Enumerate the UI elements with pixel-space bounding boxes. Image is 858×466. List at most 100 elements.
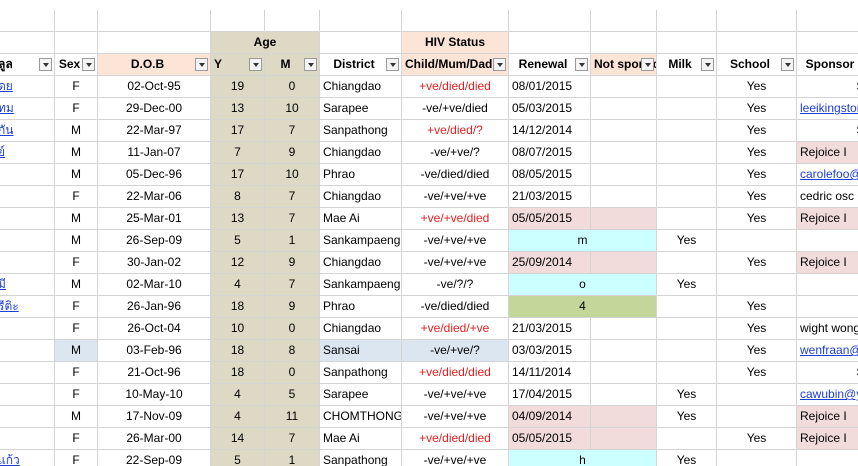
sponsor-cell[interactable]: Rejoice I xyxy=(797,252,858,274)
sponsor-cell[interactable]: Rejoice I xyxy=(797,142,858,164)
name-cell[interactable] xyxy=(0,318,55,340)
renewal-cell[interactable]: 03/03/2015 xyxy=(509,340,591,362)
m-cell[interactable]: 0 xyxy=(265,318,320,340)
district-cell[interactable]: Phrao xyxy=(320,296,402,318)
sponsor-cell[interactable] xyxy=(797,274,858,296)
name-cell[interactable] xyxy=(0,230,55,252)
name-cell[interactable] xyxy=(0,384,55,406)
y-cell[interactable]: 19 xyxy=(211,76,265,98)
name-cell[interactable] xyxy=(0,406,55,428)
sponsor-cell[interactable]: SD xyxy=(797,76,858,98)
district-cell[interactable]: Sarapee xyxy=(320,384,402,406)
sex-cell[interactable]: F xyxy=(55,384,98,406)
milk-cell[interactable] xyxy=(657,76,717,98)
grid-cell[interactable] xyxy=(402,10,509,32)
name-cell[interactable] xyxy=(0,428,55,450)
milk-cell[interactable] xyxy=(657,208,717,230)
name-cell[interactable] xyxy=(0,362,55,384)
y-cell[interactable]: 5 xyxy=(211,230,265,252)
not-sponsored-cell[interactable]: m xyxy=(509,230,657,252)
grid-cell[interactable] xyxy=(0,10,55,32)
y-cell[interactable]: 4 xyxy=(211,274,265,296)
sponsor-cell[interactable]: Rejoice I xyxy=(797,428,858,450)
grid-cell[interactable] xyxy=(265,10,320,32)
filter-dropdown-icon[interactable] xyxy=(82,58,95,71)
y-cell[interactable]: 18 xyxy=(211,340,265,362)
notsp-cell[interactable] xyxy=(591,76,657,98)
hiv-status-cell[interactable]: +ve/+ve/died xyxy=(402,208,509,230)
y-cell[interactable]: 17 xyxy=(211,120,265,142)
school-cell[interactable]: Yes xyxy=(717,208,797,230)
notsp-cell[interactable] xyxy=(591,208,657,230)
notsp-cell[interactable] xyxy=(591,120,657,142)
milk-cell[interactable] xyxy=(657,142,717,164)
milk-cell[interactable] xyxy=(657,362,717,384)
m-cell[interactable]: 11 xyxy=(265,406,320,428)
grid-cell[interactable] xyxy=(55,10,98,32)
school-cell[interactable]: Yes xyxy=(717,186,797,208)
hiv-status-cell[interactable]: -ve/+ve/+ve xyxy=(402,384,509,406)
notsp-cell[interactable] xyxy=(591,164,657,186)
renewal-cell[interactable]: 17/04/2015 xyxy=(509,384,591,406)
not-sponsored-cell[interactable]: o xyxy=(509,274,657,296)
dob-cell[interactable]: 26-Mar-00 xyxy=(98,428,211,450)
school-cell[interactable]: Yes xyxy=(717,318,797,340)
sex-cell[interactable]: M xyxy=(55,406,98,428)
y-cell[interactable]: 18 xyxy=(211,362,265,384)
hiv-status-cell[interactable]: +ve/died/? xyxy=(402,120,509,142)
milk-cell[interactable] xyxy=(657,98,717,120)
hiv-status-cell[interactable]: -ve/+ve/+ve xyxy=(402,450,509,466)
notsp-cell[interactable] xyxy=(591,252,657,274)
district-cell[interactable]: Mae Ai xyxy=(320,208,402,230)
dob-cell[interactable]: 30-Jan-02 xyxy=(98,252,211,274)
name-cell[interactable]: รีติะ xyxy=(0,296,55,318)
milk-cell[interactable] xyxy=(657,120,717,142)
name-cell[interactable] xyxy=(0,340,55,362)
sex-cell[interactable]: M xyxy=(55,274,98,296)
sex-cell[interactable]: F xyxy=(55,428,98,450)
sponsor-cell[interactable]: carolefoo@ xyxy=(797,164,858,186)
y-cell[interactable]: 10 xyxy=(211,318,265,340)
m-cell[interactable]: 8 xyxy=(265,340,320,362)
district-cell[interactable]: Sarapee xyxy=(320,98,402,120)
grid-cell[interactable] xyxy=(320,10,402,32)
district-cell[interactable]: CHOMTHONG xyxy=(320,406,402,428)
hiv-status-cell[interactable]: +ve/died/+ve xyxy=(402,318,509,340)
m-cell[interactable]: 9 xyxy=(265,252,320,274)
name-cell[interactable]: กัน xyxy=(0,120,55,142)
name-cell[interactable] xyxy=(0,208,55,230)
name-cell[interactable] xyxy=(0,252,55,274)
grid-cell[interactable] xyxy=(509,32,591,54)
dob-cell[interactable]: 05-Dec-96 xyxy=(98,164,211,186)
district-cell[interactable]: Mae Ai xyxy=(320,428,402,450)
name-cell[interactable]: ทม xyxy=(0,98,55,120)
grid-cell[interactable] xyxy=(717,10,797,32)
name-cell[interactable] xyxy=(0,186,55,208)
school-cell[interactable]: Yes xyxy=(717,98,797,120)
grid-cell[interactable] xyxy=(657,32,717,54)
filter-dropdown-icon[interactable] xyxy=(304,58,317,71)
district-cell[interactable]: Sansai xyxy=(320,340,402,362)
grid-cell[interactable] xyxy=(797,10,858,32)
y-cell[interactable]: 7 xyxy=(211,142,265,164)
milk-cell[interactable]: Yes xyxy=(657,384,717,406)
renewal-cell[interactable]: 05/05/2015 xyxy=(509,208,591,230)
hiv-status-cell[interactable]: -ve/died/died xyxy=(402,164,509,186)
dob-cell[interactable]: 22-Mar-97 xyxy=(98,120,211,142)
renewal-cell[interactable]: 08/07/2015 xyxy=(509,142,591,164)
notsp-cell[interactable] xyxy=(591,318,657,340)
sponsor-cell[interactable]: wight wong xyxy=(797,318,858,340)
sex-cell[interactable]: M xyxy=(55,142,98,164)
sex-cell[interactable]: M xyxy=(55,208,98,230)
renewal-cell[interactable]: 04/09/2014 xyxy=(509,406,591,428)
filter-dropdown-icon[interactable] xyxy=(701,58,714,71)
sponsor-cell[interactable]: SD xyxy=(797,362,858,384)
district-cell[interactable]: Sanpathong xyxy=(320,450,402,466)
m-cell[interactable]: 7 xyxy=(265,120,320,142)
filter-dropdown-icon[interactable] xyxy=(386,58,399,71)
district-cell[interactable]: Chiangdao xyxy=(320,186,402,208)
dob-cell[interactable]: 02-Mar-10 xyxy=(98,274,211,296)
notsp-cell[interactable] xyxy=(591,340,657,362)
name-cell[interactable]: ดย xyxy=(0,76,55,98)
hiv-status-cell[interactable]: +ve/died/died xyxy=(402,76,509,98)
